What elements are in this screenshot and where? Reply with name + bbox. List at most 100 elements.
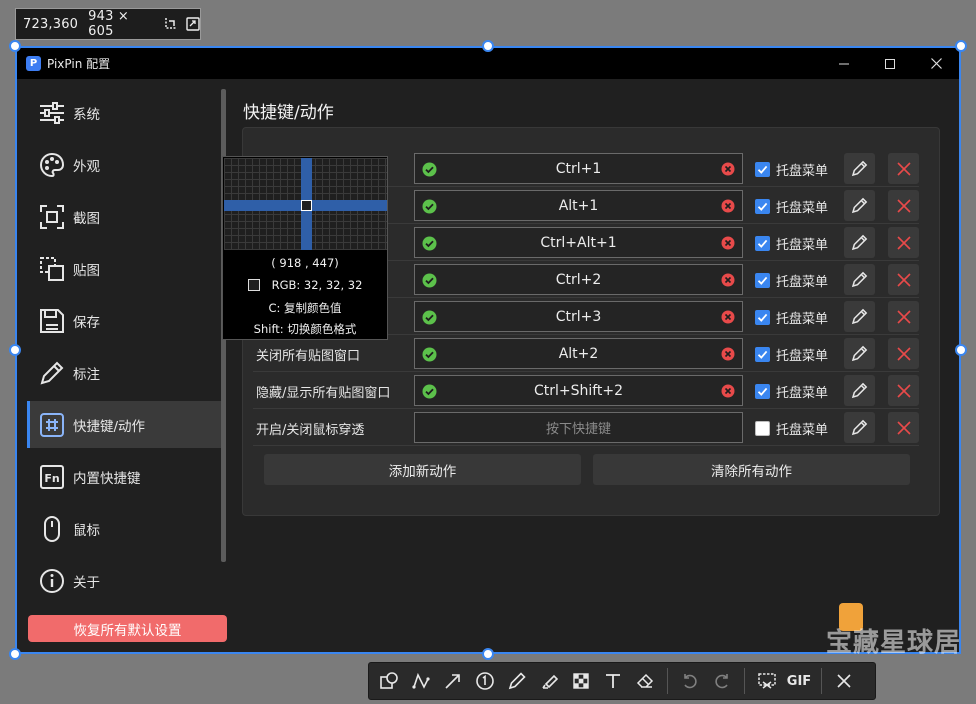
eraser-tool-button[interactable] [629, 665, 661, 697]
shortcut-input[interactable]: Ctrl+Alt+1 [414, 227, 743, 258]
arrow-tool-button[interactable] [437, 665, 469, 697]
tray-menu-toggle[interactable]: 托盘菜单 [755, 234, 828, 253]
annotation-toolbar: GIF [368, 662, 876, 700]
tray-menu-checkbox[interactable] [755, 347, 770, 362]
delete-action-button[interactable] [888, 338, 919, 369]
delete-action-button[interactable] [888, 190, 919, 221]
delete-action-button[interactable] [888, 412, 919, 443]
tray-menu-toggle[interactable]: 托盘菜单 [755, 419, 828, 438]
mosaic-tool-button[interactable] [565, 665, 597, 697]
resize-handle-top[interactable] [482, 40, 494, 52]
shortcut-input[interactable]: Ctrl+1 [414, 153, 743, 184]
tray-menu-toggle[interactable]: 托盘菜单 [755, 345, 828, 364]
clear-shortcut-icon[interactable] [721, 162, 735, 180]
text-tool-button[interactable] [597, 665, 629, 697]
fullscreen-icon[interactable] [186, 17, 200, 31]
resize-handle-left[interactable] [9, 344, 21, 356]
shortcut-input[interactable]: Ctrl+Shift+2 [414, 375, 743, 406]
magnifier-center-pixel [301, 200, 312, 211]
capture-size: 943 × 605 [88, 9, 130, 39]
highlighter-tool-button[interactable] [533, 665, 565, 697]
edit-action-button[interactable] [844, 375, 875, 406]
gif-record-button[interactable]: GIF [783, 665, 815, 697]
tray-menu-checkbox[interactable] [755, 421, 770, 436]
clear-actions-button[interactable]: 清除所有动作 [593, 454, 910, 485]
sidebar-item-appearance[interactable]: 外观 [27, 141, 222, 188]
magnifier-coords: ( 918 , 447) [271, 256, 339, 270]
crop-icon[interactable] [164, 17, 178, 31]
delete-x-icon [896, 161, 911, 176]
tray-menu-toggle[interactable]: 托盘菜单 [755, 160, 828, 179]
edit-action-button[interactable] [844, 412, 875, 443]
delete-action-button[interactable] [888, 301, 919, 332]
shortcut-input[interactable]: Alt+2 [414, 338, 743, 369]
tray-menu-checkbox[interactable] [755, 310, 770, 325]
tray-menu-checkbox[interactable] [755, 384, 770, 399]
sidebar-item-about[interactable]: 关于 [27, 557, 222, 604]
edit-pencil-icon [851, 419, 868, 436]
clear-shortcut-icon[interactable] [721, 347, 735, 365]
sidebar-item-save[interactable]: 保存 [27, 297, 222, 344]
action-label: 隐藏/显示所有贴图窗口 [256, 386, 391, 401]
maximize-button[interactable] [867, 48, 913, 79]
edit-action-button[interactable] [844, 301, 875, 332]
tray-menu-toggle[interactable]: 托盘菜单 [755, 197, 828, 216]
settings-window: P PixPin 配置 系统 外观 截图 贴图 保存 标注 快捷键/动作 Fn … [17, 48, 959, 652]
tray-menu-toggle[interactable]: 托盘菜单 [755, 382, 828, 401]
edit-action-button[interactable] [844, 190, 875, 221]
sidebar-item-annotate[interactable]: 标注 [27, 349, 222, 396]
tray-menu-toggle[interactable]: 托盘菜单 [755, 271, 828, 290]
tray-menu-checkbox[interactable] [755, 199, 770, 214]
palette-icon [39, 152, 65, 178]
clear-shortcut-icon[interactable] [721, 273, 735, 291]
sidebar-item-pin[interactable]: 贴图 [27, 245, 222, 292]
sidebar-item-screenshot[interactable]: 截图 [27, 193, 222, 240]
shape-tool-button[interactable] [373, 665, 405, 697]
sidebar-item-builtin-keys[interactable]: Fn 内置快捷键 [27, 453, 222, 500]
tray-menu-checkbox[interactable] [755, 162, 770, 177]
clear-shortcut-icon[interactable] [721, 236, 735, 254]
redo-button[interactable] [706, 665, 738, 697]
number-tool-button[interactable] [469, 665, 501, 697]
text-icon [606, 674, 620, 688]
reset-defaults-button[interactable]: 恢复所有默认设置 [28, 615, 227, 642]
sidebar-item-system[interactable]: 系统 [27, 89, 222, 136]
edit-action-button[interactable] [844, 153, 875, 184]
delete-action-button[interactable] [888, 227, 919, 258]
delete-action-button[interactable] [888, 375, 919, 406]
clear-shortcut-icon[interactable] [721, 384, 735, 402]
tray-menu-toggle[interactable]: 托盘菜单 [755, 308, 828, 327]
close-button[interactable] [913, 48, 959, 79]
polyline-tool-button[interactable] [405, 665, 437, 697]
pin-to-screen-button[interactable] [751, 665, 783, 697]
edit-action-button[interactable] [844, 264, 875, 295]
undo-button[interactable] [674, 665, 706, 697]
cancel-capture-button[interactable] [828, 665, 860, 697]
tray-menu-checkbox[interactable] [755, 273, 770, 288]
check-ok-icon [422, 199, 437, 218]
tray-menu-checkbox[interactable] [755, 236, 770, 251]
shortcut-input[interactable]: 按下快捷键 [414, 412, 743, 443]
add-action-button[interactable]: 添加新动作 [264, 454, 581, 485]
delete-action-button[interactable] [888, 153, 919, 184]
resize-handle-bottom-left[interactable] [9, 648, 21, 660]
resize-handle-right[interactable] [955, 344, 967, 356]
resize-handle-top-right[interactable] [955, 40, 967, 52]
minimize-button[interactable] [821, 48, 867, 79]
edit-action-button[interactable] [844, 338, 875, 369]
sidebar-item-mouse[interactable]: 鼠标 [27, 505, 222, 552]
edit-action-button[interactable] [844, 227, 875, 258]
delete-action-button[interactable] [888, 264, 919, 295]
shortcut-input[interactable]: Ctrl+3 [414, 301, 743, 332]
shortcut-input[interactable]: Ctrl+2 [414, 264, 743, 295]
capture-position: 723,360 [23, 16, 79, 32]
clear-shortcut-icon[interactable] [721, 310, 735, 328]
clear-shortcut-icon[interactable] [721, 199, 735, 217]
title-bar[interactable]: P PixPin 配置 [17, 48, 959, 79]
sidebar-item-shortcuts[interactable]: 快捷键/动作 [27, 401, 222, 448]
shortcut-input[interactable]: Alt+1 [414, 190, 743, 221]
resize-handle-top-left[interactable] [9, 40, 21, 52]
resize-handle-bottom[interactable] [482, 648, 494, 660]
pen-tool-button[interactable] [501, 665, 533, 697]
tray-menu-label: 托盘菜单 [776, 164, 829, 179]
